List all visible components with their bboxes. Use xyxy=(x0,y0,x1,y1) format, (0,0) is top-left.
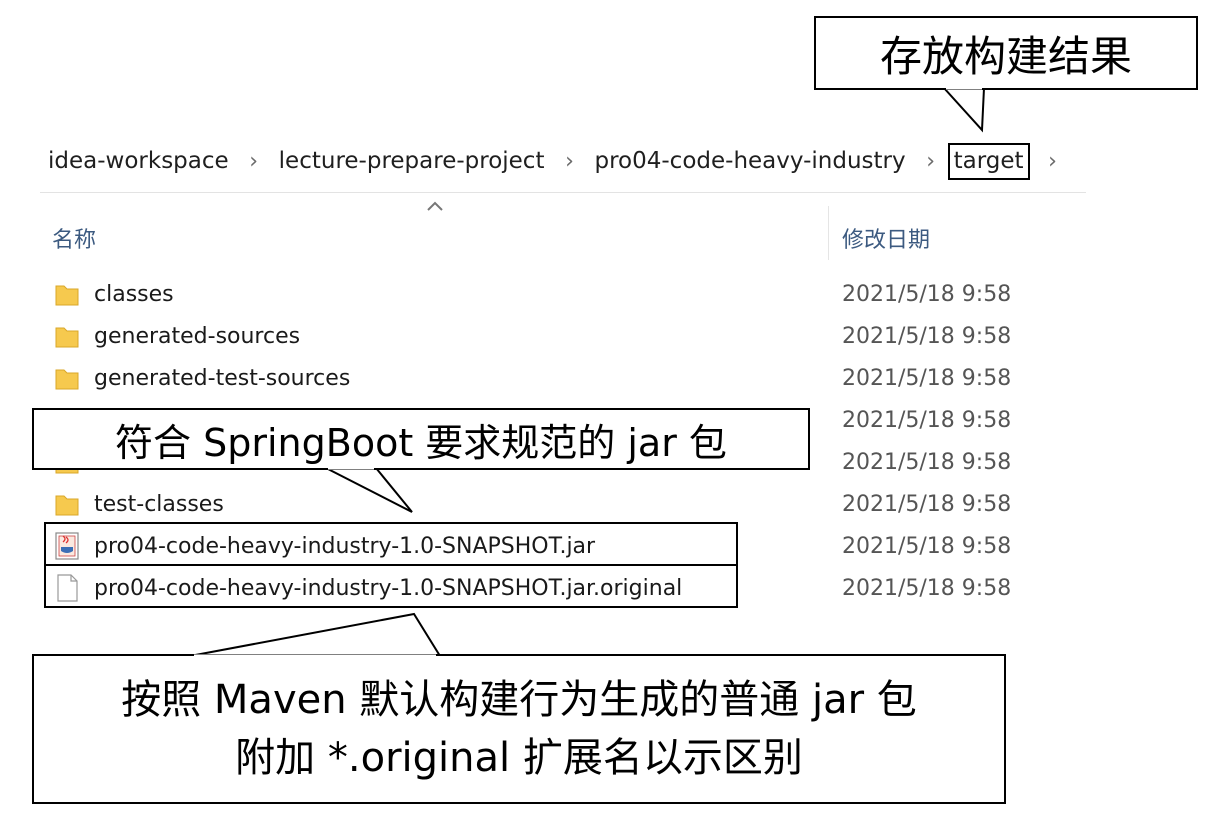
folder-icon xyxy=(52,278,82,310)
folder-icon xyxy=(52,362,82,394)
file-name: generated-test-sources xyxy=(94,365,351,391)
file-name: generated-sources xyxy=(94,323,301,349)
callout-bottom-pointer xyxy=(189,612,442,657)
callout-build-result: 存放构建结果 xyxy=(814,16,1198,90)
file-name: test-classes xyxy=(94,491,224,517)
breadcrumb-item-lecture-prepare-project[interactable]: lecture-prepare-project xyxy=(277,148,547,174)
column-header-date[interactable]: 修改日期 xyxy=(842,222,930,254)
chevron-right-icon[interactable]: › xyxy=(1030,149,1076,174)
folder-icon xyxy=(52,320,82,352)
column-divider[interactable] xyxy=(828,206,829,260)
file-date: 2021/5/18 9:58 xyxy=(842,449,1012,475)
file-name: classes xyxy=(94,281,174,307)
file-date: 2021/5/18 9:58 xyxy=(842,365,1012,391)
chevron-right-icon[interactable]: › xyxy=(231,149,277,174)
column-header-name[interactable]: 名称 xyxy=(52,222,96,254)
breadcrumb-item-idea-workspace[interactable]: idea-workspace xyxy=(46,148,231,174)
file-date: 2021/5/18 9:58 xyxy=(842,575,1012,601)
breadcrumb-divider xyxy=(40,192,1086,193)
sort-up-icon[interactable] xyxy=(424,198,446,214)
breadcrumb-item-target[interactable]: target xyxy=(947,142,1030,180)
list-item-folder[interactable]: generated-sources 2021/5/18 9:58 xyxy=(52,315,1052,357)
file-date: 2021/5/18 9:58 xyxy=(842,533,1012,559)
chevron-right-icon[interactable]: › xyxy=(546,149,592,174)
list-item-folder[interactable]: generated-test-sources 2021/5/18 9:58 xyxy=(52,357,1052,399)
file-date: 2021/5/18 9:58 xyxy=(842,323,1012,349)
breadcrumb: idea-workspace › lecture-prepare-project… xyxy=(46,141,1076,181)
jar-highlight-divider xyxy=(44,564,738,566)
list-item-folder[interactable]: test-classes 2021/5/18 9:58 xyxy=(52,483,1052,525)
file-date: 2021/5/18 9:58 xyxy=(842,281,1012,307)
callout-original-jar-line1: 按照 Maven 默认构建行为生成的普通 jar 包 xyxy=(121,677,917,723)
breadcrumb-item-pro04-code-heavy-industry[interactable]: pro04-code-heavy-industry xyxy=(592,148,907,174)
callout-original-jar: 按照 Maven 默认构建行为生成的普通 jar 包 附加 *.original… xyxy=(32,654,1006,804)
callout-top-pointer xyxy=(941,87,986,133)
file-date: 2021/5/18 9:58 xyxy=(842,407,1012,433)
callout-springboot-jar: 符合 SpringBoot 要求规范的 jar 包 xyxy=(32,408,810,470)
callout-original-jar-line2: 附加 *.original 扩展名以示区别 xyxy=(235,735,803,781)
folder-icon xyxy=(52,488,82,520)
file-date: 2021/5/18 9:58 xyxy=(842,491,1012,517)
list-item-folder[interactable]: classes 2021/5/18 9:58 xyxy=(52,273,1052,315)
